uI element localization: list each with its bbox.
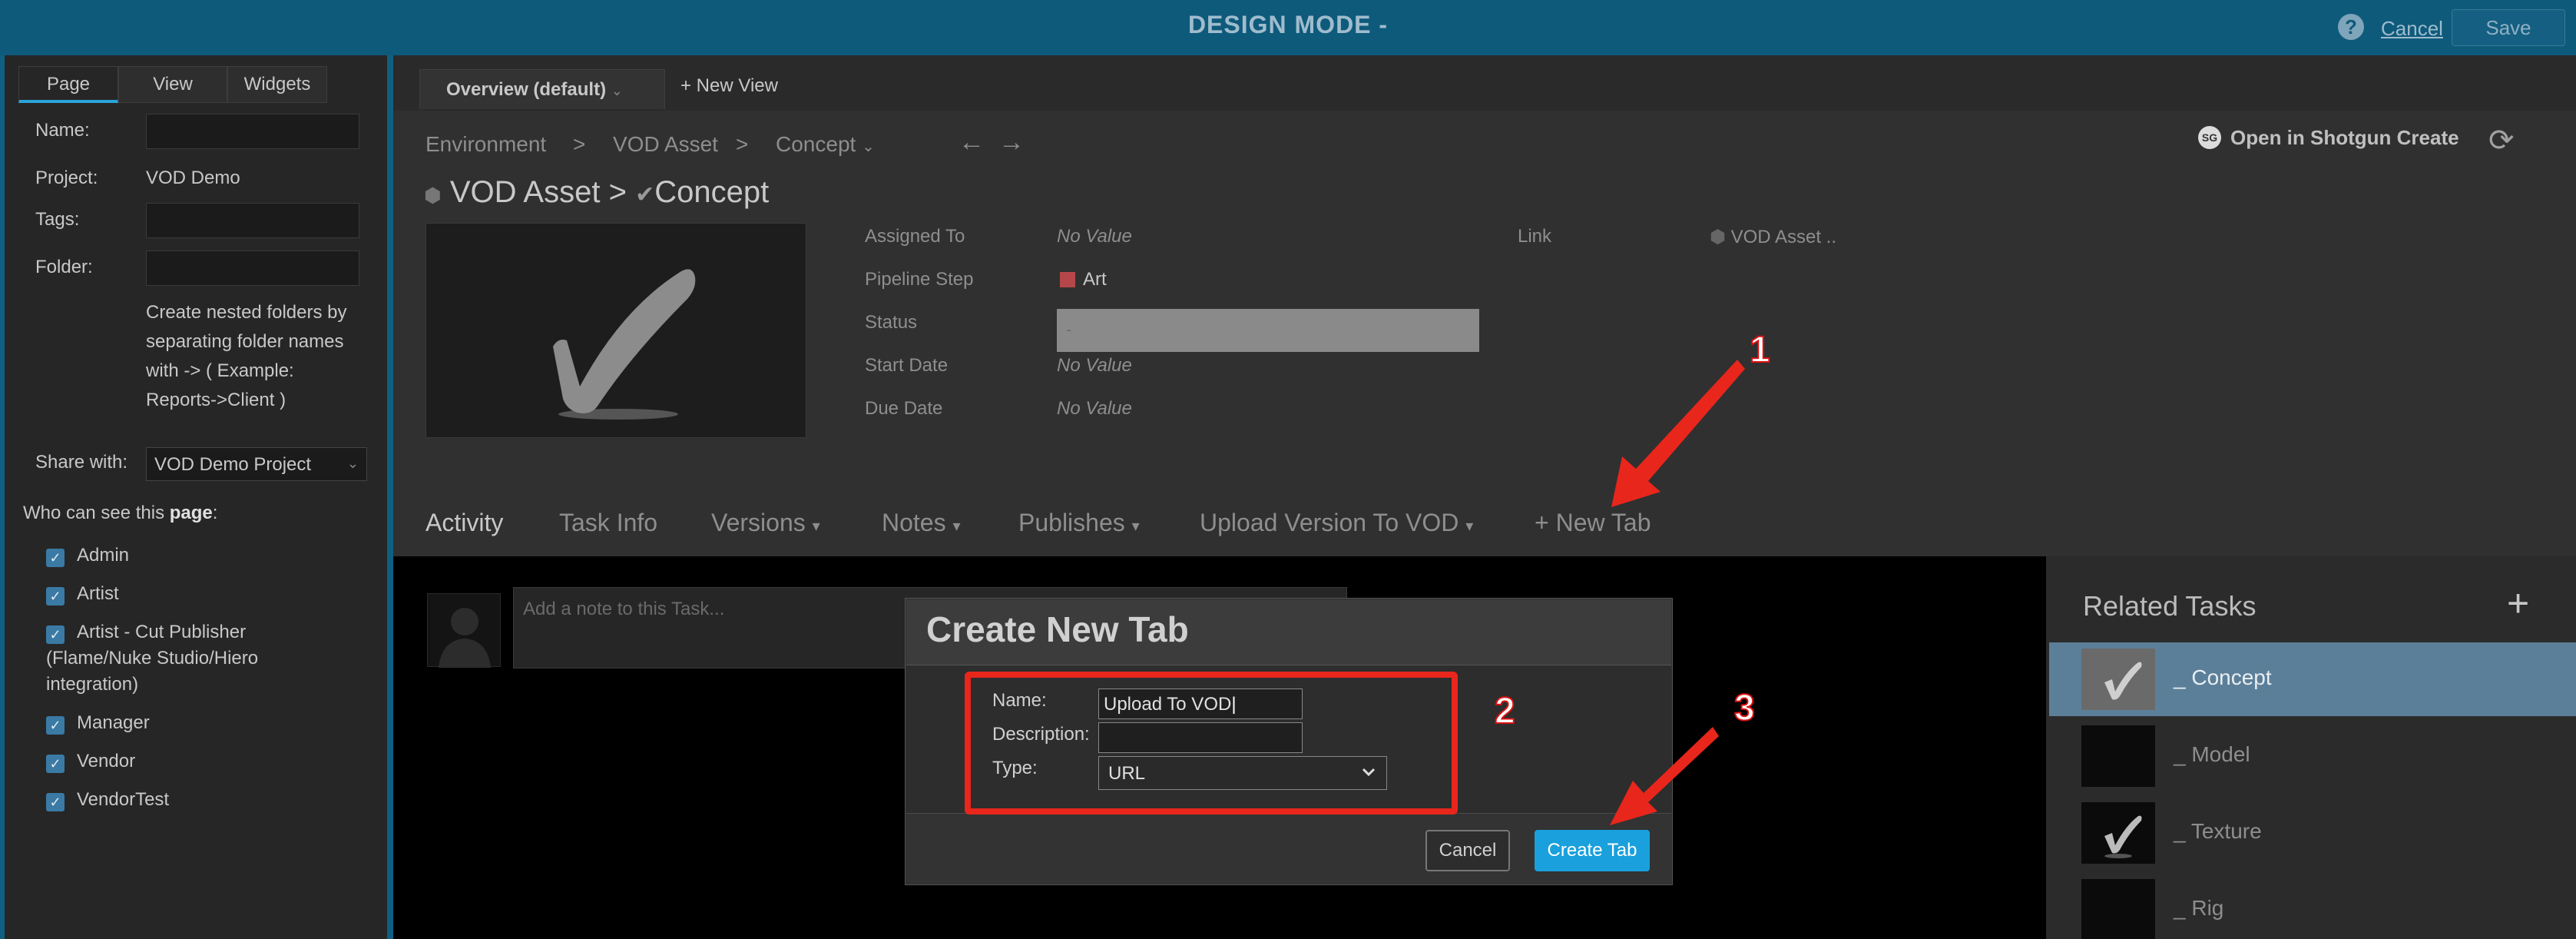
annotation-number-1: 1 bbox=[1749, 329, 1771, 371]
annotation-arrow-1 bbox=[1611, 360, 1745, 507]
annotation-arrow-3 bbox=[1610, 727, 1719, 825]
annotation-arrows bbox=[1610, 360, 1745, 825]
annotation-number-3: 3 bbox=[1733, 687, 1756, 729]
annotation-number-2: 2 bbox=[1494, 690, 1516, 732]
